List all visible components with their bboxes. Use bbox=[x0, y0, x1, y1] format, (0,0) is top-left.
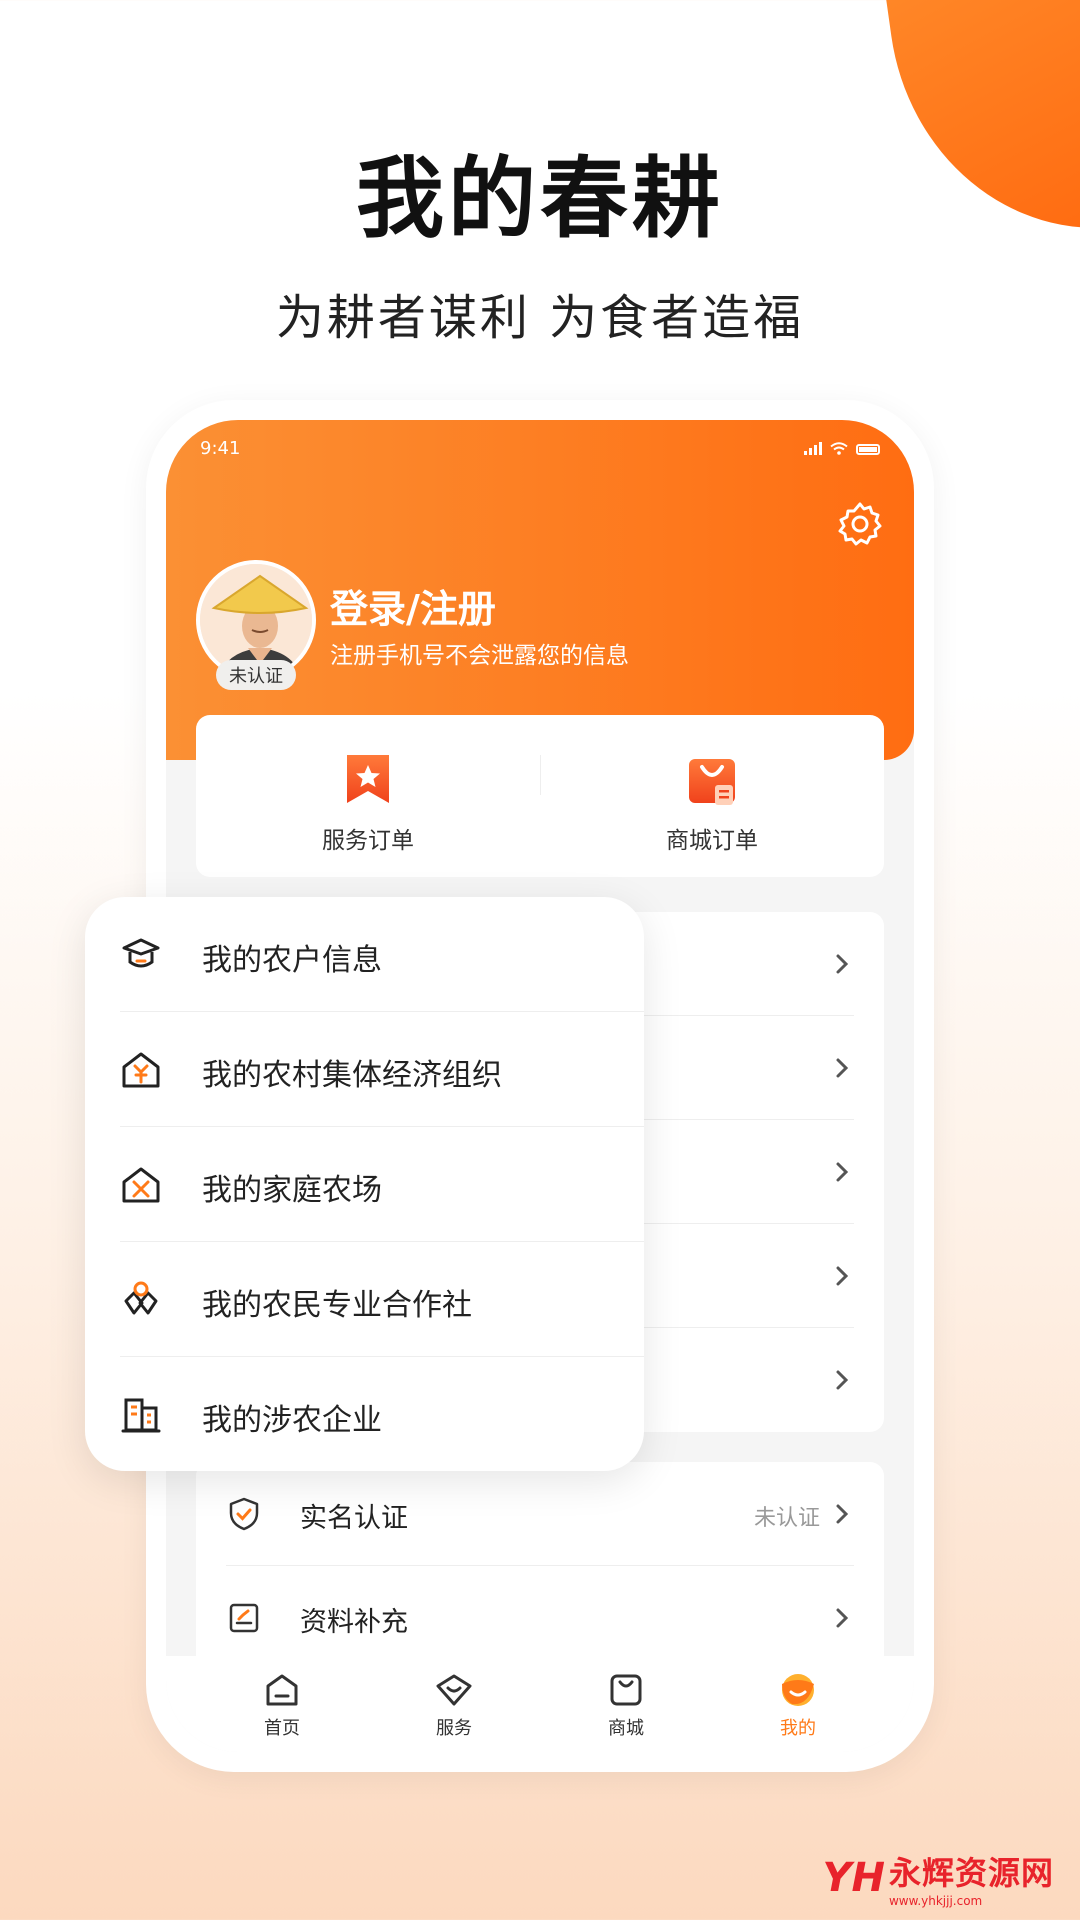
chevron-right-icon bbox=[836, 1608, 849, 1628]
collective-org-item[interactable]: 我的农村集体经济组织 bbox=[120, 1012, 644, 1127]
mall-orders-button[interactable]: 商城订单 bbox=[540, 715, 884, 877]
home-icon bbox=[266, 1674, 298, 1706]
chevron-right-icon bbox=[836, 954, 849, 974]
house-yuan-icon bbox=[122, 1052, 160, 1088]
building-icon bbox=[121, 1398, 161, 1433]
agri-enterprise-label: 我的涉农企业 bbox=[202, 1403, 382, 1438]
profile-supplement-label: 资料补充 bbox=[300, 1607, 408, 1638]
chevron-right-icon bbox=[836, 1266, 849, 1286]
status-time: 9:41 bbox=[200, 438, 241, 459]
star-bookmark-icon bbox=[347, 755, 389, 803]
mall-orders-label: 商城订单 bbox=[666, 828, 758, 854]
organization-popup: 我的农户信息 我的农村集体经济组织 我的家庭农场 我的农民专业合作社 我的涉农企… bbox=[85, 897, 644, 1471]
chevron-right-icon bbox=[836, 1370, 849, 1390]
shopping-bag-icon bbox=[689, 759, 735, 805]
cooperative-label: 我的农民专业合作社 bbox=[202, 1288, 472, 1323]
cooperative-item[interactable]: 我的农民专业合作社 bbox=[120, 1242, 644, 1357]
tab-bar: 首页 服务 商城 我的 bbox=[166, 1656, 914, 1752]
family-farm-label: 我的家庭农场 bbox=[202, 1173, 382, 1208]
watermark-logo-icon: YH bbox=[822, 1855, 885, 1901]
collective-org-label: 我的农村集体经济组织 bbox=[202, 1058, 502, 1093]
tab-profile-label: 我的 bbox=[780, 1718, 816, 1739]
house-tools-icon bbox=[122, 1167, 160, 1203]
service-orders-label: 服务订单 bbox=[322, 828, 414, 854]
real-name-auth-status: 未认证 bbox=[753, 1506, 820, 1531]
login-hint: 注册手机号不会泄露您的信息 bbox=[330, 643, 629, 669]
watermark: YH 永辉资源网 www.yhkjjj.com bbox=[823, 1848, 1054, 1908]
edit-form-icon bbox=[229, 1603, 259, 1633]
tab-service-label: 服务 bbox=[436, 1718, 472, 1739]
profile-icon bbox=[782, 1674, 814, 1706]
chevron-right-icon bbox=[836, 1504, 849, 1524]
watermark-name: 永辉资源网 bbox=[888, 1854, 1054, 1892]
wifi-icon bbox=[830, 442, 848, 455]
signal-icon bbox=[804, 442, 822, 455]
gear-icon[interactable] bbox=[836, 500, 884, 548]
status-bar: 9:41 bbox=[200, 438, 880, 474]
verification-badge: 未认证 bbox=[216, 660, 296, 690]
agri-enterprise-item[interactable]: 我的涉农企业 bbox=[120, 1357, 644, 1472]
login-register-link[interactable]: 登录/注册 bbox=[330, 578, 496, 633]
real-name-auth-row[interactable]: 实名认证 未认证 bbox=[226, 1462, 854, 1566]
farmer-info-label: 我的农户信息 bbox=[202, 943, 382, 978]
farmer-hat-icon bbox=[122, 938, 160, 968]
chevron-right-icon bbox=[836, 1162, 849, 1182]
mall-icon bbox=[610, 1674, 642, 1706]
service-orders-button[interactable]: 服务订单 bbox=[196, 715, 540, 877]
tab-service[interactable]: 服务 bbox=[409, 1656, 499, 1752]
farmer-info-item[interactable]: 我的农户信息 bbox=[120, 897, 644, 1012]
status-icons bbox=[804, 442, 880, 455]
real-name-auth-label: 实名认证 bbox=[300, 1503, 408, 1534]
tab-home-label: 首页 bbox=[264, 1718, 300, 1739]
cooperative-icon bbox=[124, 1281, 158, 1315]
watermark-text: 永辉资源网 www.yhkjjj.com bbox=[889, 1848, 1054, 1908]
battery-icon bbox=[856, 444, 880, 455]
profile-supplement-row[interactable]: 资料补充 bbox=[226, 1566, 854, 1670]
chevron-right-icon bbox=[836, 1058, 849, 1078]
tab-mall[interactable]: 商城 bbox=[581, 1656, 671, 1752]
watermark-url: www.yhkjjj.com bbox=[888, 1894, 983, 1908]
orders-card: 服务订单 商城订单 bbox=[196, 715, 884, 877]
tab-home[interactable]: 首页 bbox=[237, 1656, 327, 1752]
page-subline: 为耕者谋利 为食者造福 bbox=[275, 290, 805, 346]
page-headline: 我的春耕 bbox=[355, 147, 724, 250]
tab-profile[interactable]: 我的 bbox=[753, 1656, 843, 1752]
family-farm-item[interactable]: 我的家庭农场 bbox=[120, 1127, 644, 1242]
service-icon bbox=[436, 1674, 472, 1706]
shield-check-icon bbox=[229, 1497, 259, 1531]
tab-mall-label: 商城 bbox=[608, 1718, 644, 1739]
